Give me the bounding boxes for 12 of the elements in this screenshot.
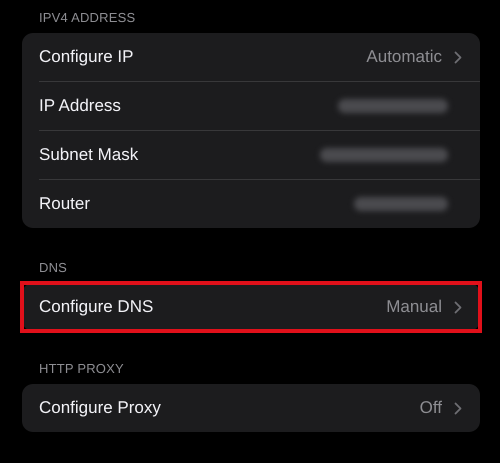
row-label: IP Address	[39, 96, 122, 116]
chevron-icon	[454, 300, 462, 314]
settings-row[interactable]: Configure IP Automatic	[22, 33, 480, 81]
section-header: DNS	[38, 260, 68, 275]
chevron-icon	[454, 50, 462, 64]
section-header: IPV4 ADDRESS	[38, 10, 136, 25]
section-header: HTTP PROXY	[38, 361, 125, 376]
row-label: Subnet Mask	[39, 145, 140, 165]
row-label: Router	[39, 194, 92, 214]
settings-row[interactable]: Configure Proxy Off	[22, 384, 480, 432]
chevron-icon	[454, 402, 462, 414]
settings-row[interactable]: Configure DNS Manual	[22, 283, 480, 331]
